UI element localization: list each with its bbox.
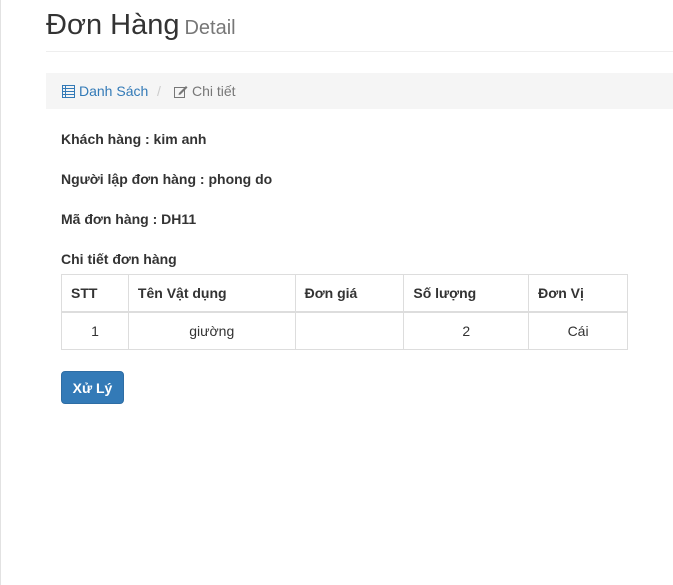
- page-title-text: Đơn Hàng: [46, 9, 180, 41]
- table-row: 1 giường 2 Cái: [61, 311, 628, 350]
- cell-price: [294, 311, 405, 350]
- page-subtitle: Detail: [184, 17, 236, 39]
- cell-stt: 1: [61, 311, 129, 350]
- breadcrumb-current-label: Chi tiết: [192, 83, 236, 99]
- column-header-price: Đơn giá: [294, 274, 405, 313]
- order-code-info: Mã đơn hàng : DH11: [61, 211, 197, 227]
- left-border: [0, 0, 1, 585]
- page-title: Đơn Hàng Detail: [46, 8, 236, 45]
- process-button[interactable]: Xử Lý: [61, 371, 124, 404]
- customer-info: Khách hàng : kim anh: [61, 131, 207, 147]
- edit-icon: [174, 85, 188, 98]
- breadcrumb-list-label: Danh Sách: [79, 83, 149, 99]
- cell-quantity: 2: [403, 311, 530, 350]
- column-header-quantity: Số lượng: [403, 274, 530, 313]
- creator-info: Người lập đơn hàng : phong do: [61, 171, 273, 187]
- column-header-stt: STT: [61, 274, 129, 313]
- column-header-item: Tên Vật dụng: [127, 274, 296, 313]
- column-header-unit: Đơn Vị: [528, 274, 628, 313]
- page-header: Đơn Hàng Detail: [46, 0, 673, 52]
- cell-item: giường: [127, 311, 296, 350]
- breadcrumb-list-link[interactable]: Danh Sách: [62, 73, 148, 109]
- list-icon: [62, 84, 75, 98]
- table-header-row: STT Tên Vật dụng Đơn giá Số lượng Đơn Vị: [61, 274, 628, 313]
- order-details-table: STT Tên Vật dụng Đơn giá Số lượng Đơn Vị…: [61, 274, 628, 350]
- order-details-heading: Chi tiết đơn hàng: [61, 251, 177, 267]
- breadcrumb: Danh Sách / Chi tiết: [46, 73, 673, 109]
- breadcrumb-current: Chi tiết: [174, 73, 236, 109]
- breadcrumb-separator: /: [157, 83, 161, 99]
- page: Đơn Hàng Detail Danh Sách / Chi tiết Khác…: [0, 0, 673, 585]
- cell-unit: Cái: [528, 311, 628, 350]
